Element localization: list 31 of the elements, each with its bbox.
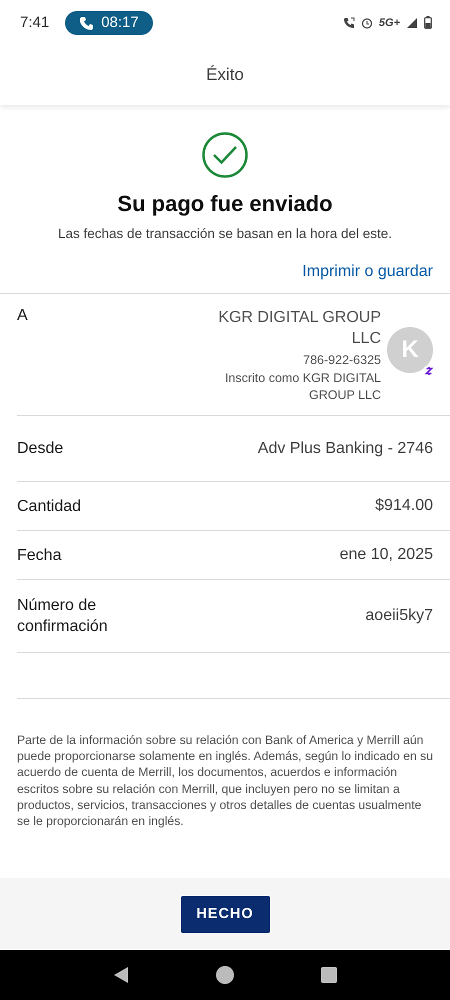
home-icon[interactable]: [216, 966, 234, 984]
call-timer-pill: 08:17: [65, 10, 153, 34]
network-label: 5G+: [378, 16, 400, 28]
page-title: Éxito: [206, 65, 244, 85]
signal-icon: [406, 16, 418, 28]
detail-value: aoeii5ky7: [365, 607, 433, 625]
detail-label: Número de confirmación: [17, 596, 109, 637]
confirmation-title: Su pago fue enviado: [117, 191, 333, 217]
detail-value: $914.00: [375, 497, 433, 515]
detail-value: Adv Plus Banking - 2746: [258, 440, 433, 458]
recents-icon[interactable]: [320, 967, 337, 983]
confirmation-subtitle: Las fechas de transacción se basan en la hora del este.: [58, 226, 392, 241]
print-or-save-link[interactable]: Imprimir o guardar: [302, 263, 433, 281]
disclaimer-text: Parte de la información sobre su relación con Bank of America y Merrill aún puede proporcionarse solamente en inglés. Además, según lo indicado en su acuerdo de cuenta de Merrill, los documentos, acuerdos e información escritos sobre su relación con Merrill, que incluyen pero no se limitan a productos, servicios, transacciones y otros detalles de cuentas usualmente se le proporcionarán en inglés.: [17, 732, 433, 830]
detail-label: Desde: [17, 439, 64, 459]
detail-label: Cantidad: [17, 496, 82, 516]
check-circle-icon: [201, 131, 249, 179]
recipient-name: KGR DIGITAL GROUP LLC: [217, 308, 381, 349]
alarm-icon: [360, 16, 373, 28]
done-button[interactable]: HECHO: [180, 896, 270, 932]
detail-label: A: [17, 307, 28, 326]
back-icon[interactable]: [113, 966, 130, 984]
zelle-badge-icon: [423, 365, 435, 377]
battery-icon: [424, 16, 432, 29]
detail-value: ene 10, 2025: [340, 546, 433, 564]
recipient-phone: 786-922-6325: [303, 352, 381, 369]
status-time: 7:41: [20, 14, 50, 31]
phone-icon: [79, 16, 94, 30]
call-icon: [342, 16, 355, 28]
recipient-enrolled-name: Inscrito como KGR DIGITAL GROUP LLC: [224, 370, 381, 404]
detail-label: Fecha: [17, 546, 62, 566]
